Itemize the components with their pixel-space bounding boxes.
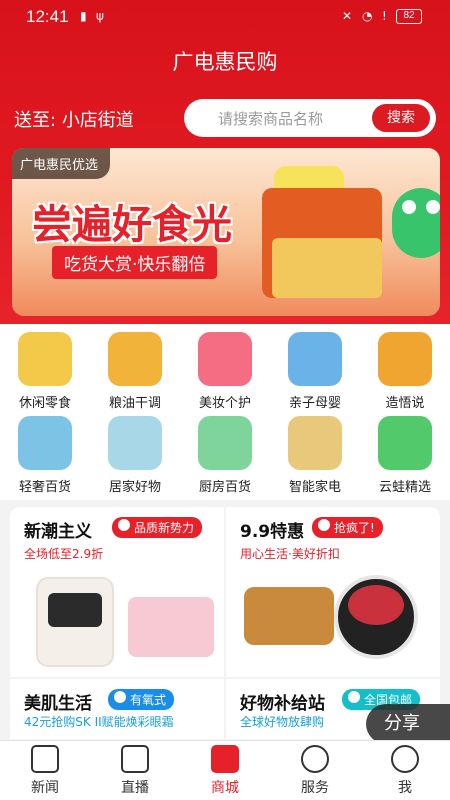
status-bar: 12:41 ▮ ψ ✕ ◔ ! 82: [0, 0, 450, 34]
frog-mascot-image: [392, 188, 440, 258]
nav-service[interactable]: 服务: [270, 745, 360, 797]
category-label: 轻奢百货: [18, 480, 71, 495]
heart-icon: [301, 745, 329, 773]
snack-icon: [18, 332, 72, 386]
usb-icon: ψ: [96, 9, 104, 23]
category-label: 厨房百货: [198, 480, 251, 495]
crown-icon: [118, 519, 130, 531]
promo-title: 新潮主义: [24, 522, 92, 542]
heart-icon: [114, 691, 126, 703]
alert-icon: !: [382, 9, 387, 23]
location-value: 小店街道: [61, 110, 134, 131]
frog-icon: [378, 416, 432, 470]
status-time: 12:41: [26, 7, 69, 26]
nav-label: 服务: [301, 780, 329, 796]
biscuits-image: [244, 587, 334, 645]
search-input[interactable]: 请搜索商品名称: [218, 108, 323, 129]
watch-icon: [18, 416, 72, 470]
category-label: 休闲零食: [18, 396, 71, 411]
category-label: 云蛙精选: [378, 480, 431, 495]
category-item[interactable]: 智能家电: [270, 416, 360, 495]
category-item[interactable]: 云蛙精选: [360, 416, 450, 495]
cleansing-balm-image: [128, 597, 214, 657]
kettle-icon: [288, 416, 342, 470]
category-label: 亲子母婴: [288, 396, 341, 411]
promo-badge: 品质新势力: [112, 517, 203, 538]
promo-banner[interactable]: 广电惠民优选 尝遍好食光 吃货大赏·快乐翻倍: [12, 148, 440, 316]
fan-icon: [108, 416, 162, 470]
search-bar[interactable]: 请搜索商品名称 搜索: [184, 99, 436, 137]
snack-box-image: [272, 238, 382, 298]
promo-card-deals[interactable]: 9.9特惠 抢疯了! 用心生活·美好折扣: [226, 507, 440, 677]
battery-icon: 82: [396, 9, 422, 24]
book-icon: [378, 332, 432, 386]
live-icon: [121, 745, 149, 773]
category-grid: 休闲零食 粮油干调 美妆个护 亲子母婴 造悟说 轻奢百货 居家好物 厨房百货 智…: [0, 324, 450, 500]
promo-title: 好物补给站: [240, 694, 325, 714]
delivery-location[interactable]: 送至: 小店街道: [14, 106, 134, 132]
nav-news[interactable]: 新闻: [0, 745, 90, 797]
share-button[interactable]: 分享: [366, 704, 450, 744]
fruit-tart-image: [334, 575, 418, 659]
category-label: 造悟说: [385, 396, 425, 411]
baby-formula-icon: [288, 332, 342, 386]
category-item[interactable]: 轻奢百货: [0, 416, 90, 495]
wifi-icon: ◔: [362, 9, 373, 23]
category-label: 居家好物: [108, 480, 161, 495]
promo-title: 9.9特惠: [240, 522, 305, 542]
cosmetics-icon: [198, 332, 252, 386]
page-title: 广电惠民购: [172, 50, 278, 74]
news-icon: [31, 745, 59, 773]
category-label: 智能家电: [288, 480, 341, 495]
promo-title: 美肌生活: [24, 694, 92, 714]
location-label: 送至:: [14, 110, 57, 131]
nav-live[interactable]: 直播: [90, 745, 180, 797]
promo-card-trend[interactable]: 新潮主义 品质新势力 全场低至2.9折: [10, 507, 224, 677]
nav-label: 我: [398, 780, 412, 796]
bottom-nav: 新闻 直播 商城 服务 我: [0, 740, 450, 800]
nav-label: 新闻: [31, 780, 59, 796]
oil-bottle-icon: [108, 332, 162, 386]
banner-tag: 广电惠民优选: [12, 148, 111, 179]
search-button[interactable]: 搜索: [372, 104, 430, 132]
promo-subtitle: 用心生活·美好折扣: [240, 547, 340, 561]
tag-icon: [348, 691, 360, 703]
banner-subline: 吃货大赏·快乐翻倍: [52, 246, 218, 279]
air-fryer-image: [36, 577, 114, 667]
category-item[interactable]: 美妆个护: [180, 332, 270, 411]
promo-badge: 有氧式: [108, 689, 175, 710]
promo-badge: 抢疯了!: [312, 517, 383, 538]
category-item[interactable]: 厨房百货: [180, 416, 270, 495]
cleaner-icon: [198, 416, 252, 470]
profile-icon: [391, 745, 419, 773]
nav-store[interactable]: 商城: [180, 745, 270, 797]
fire-icon: [318, 519, 330, 531]
category-item[interactable]: 居家好物: [90, 416, 180, 495]
category-label: 粮油干调: [108, 396, 161, 411]
category-label: 美妆个护: [198, 396, 251, 411]
category-item[interactable]: 亲子母婴: [270, 332, 360, 411]
banner-headline: 尝遍好食光: [32, 202, 232, 248]
category-item[interactable]: 造悟说: [360, 332, 450, 411]
promo-subtitle: 全球好物放肆购: [240, 715, 325, 729]
category-item[interactable]: 休闲零食: [0, 332, 90, 411]
mute-icon: ✕: [342, 9, 353, 23]
promo-section: 新潮主义 品质新势力 全场低至2.9折 9.9特惠 抢疯了! 用心生活·美好折扣…: [10, 507, 440, 739]
promo-card-skin[interactable]: 美肌生活 有氧式 42元抢购SK II赋能焕彩眼霜: [10, 679, 224, 739]
nav-label: 直播: [121, 780, 149, 796]
category-item[interactable]: 粮油干调: [90, 332, 180, 411]
store-icon: [211, 745, 239, 773]
battery-saver-icon: ▮: [80, 9, 87, 23]
promo-subtitle: 全场低至2.9折: [24, 547, 104, 561]
nav-label: 商城: [211, 780, 239, 796]
header-background: 12:41 ▮ ψ ✕ ◔ ! 82 广电惠民购 送至: 小店街道 请搜索商品名…: [0, 0, 450, 330]
nav-profile[interactable]: 我: [360, 745, 450, 797]
promo-subtitle: 42元抢购SK II赋能焕彩眼霜: [24, 715, 174, 729]
